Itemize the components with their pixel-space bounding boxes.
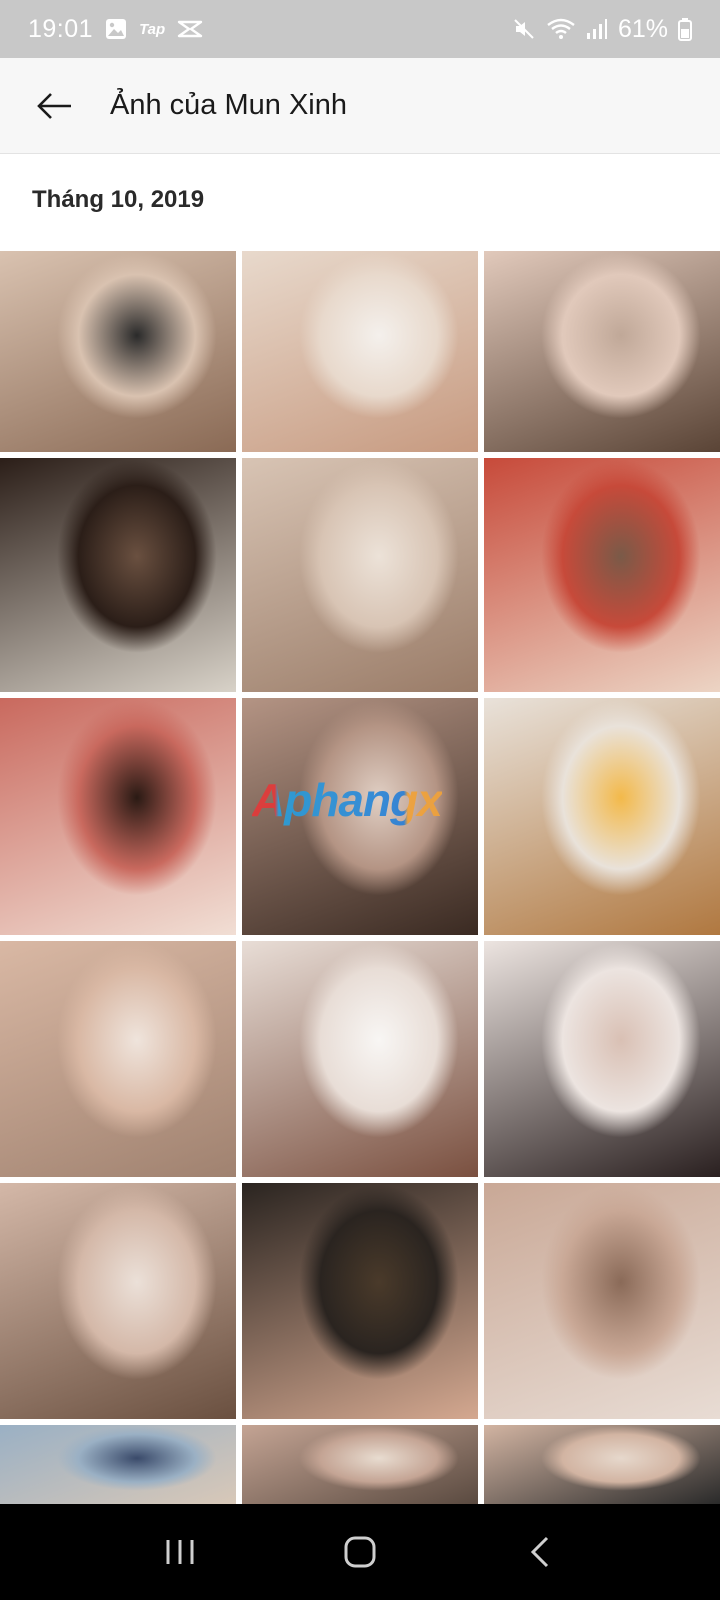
photo-image <box>484 251 720 452</box>
home-button[interactable] <box>315 1517 405 1587</box>
wifi-icon <box>546 17 576 41</box>
status-right: 61% <box>512 15 692 44</box>
nav-back-icon <box>530 1536 549 1568</box>
section-header-date: Tháng 10, 2019 <box>32 186 205 213</box>
photo-image <box>242 1183 478 1419</box>
photo-thumbnail[interactable] <box>242 458 478 692</box>
app-bar: Ảnh của Mun Xinh <box>0 58 720 154</box>
capcut-icon <box>177 19 203 39</box>
photo-thumbnail[interactable] <box>0 1425 236 1504</box>
watermark-text: Aphangx <box>252 774 443 826</box>
photo-thumbnail[interactable] <box>0 941 236 1177</box>
photo-image <box>0 698 236 935</box>
photo-image <box>0 251 236 452</box>
photo-image <box>484 698 720 935</box>
photo-thumbnail[interactable] <box>484 1425 720 1504</box>
photo-thumbnail[interactable] <box>0 698 236 935</box>
photo-thumbnail[interactable] <box>242 251 478 452</box>
signal-icon <box>586 18 608 40</box>
photo-thumbnail[interactable] <box>242 941 478 1177</box>
photo-image <box>0 1183 236 1419</box>
photo-thumbnail[interactable] <box>484 1183 720 1419</box>
recents-button[interactable] <box>135 1517 225 1587</box>
recents-icon <box>166 1540 194 1564</box>
nav-back-button[interactable] <box>495 1517 585 1587</box>
gallery-icon <box>105 18 127 40</box>
status-time: 19:01 <box>28 14 94 43</box>
battery-icon <box>678 17 692 41</box>
photo-thumbnail[interactable] <box>242 1425 478 1504</box>
system-nav-bar <box>0 1504 720 1600</box>
photo-thumbnail[interactable] <box>0 251 236 452</box>
photo-image <box>484 1425 720 1504</box>
photo-image <box>484 1183 720 1419</box>
photo-image <box>242 941 478 1177</box>
photo-thumbnail[interactable] <box>0 1183 236 1419</box>
photo-thumbnail[interactable] <box>484 698 720 935</box>
photo-thumbnail[interactable] <box>484 941 720 1177</box>
photo-image <box>484 941 720 1177</box>
tap-icon: Tap <box>139 20 166 38</box>
status-bar: 19:01 Tap 61% <box>0 0 720 58</box>
page-title: Ảnh của Mun Xinh <box>110 89 347 121</box>
photo-image <box>0 941 236 1177</box>
photo-image <box>242 1425 478 1504</box>
photo-image <box>0 1425 236 1504</box>
home-icon <box>344 1536 376 1568</box>
photo-grid <box>0 251 720 1504</box>
status-left: 19:01 Tap <box>28 15 512 44</box>
photo-image <box>242 251 478 452</box>
mute-icon <box>512 17 536 41</box>
arrow-left-icon <box>37 92 71 119</box>
back-button[interactable] <box>0 58 110 154</box>
photo-thumbnail[interactable] <box>242 1183 478 1419</box>
photo-thumbnail[interactable] <box>0 458 236 692</box>
photo-thumbnail[interactable] <box>484 251 720 452</box>
photo-thumbnail[interactable] <box>484 458 720 692</box>
battery-percent: 61% <box>617 14 668 43</box>
photo-image <box>0 458 236 692</box>
photo-image <box>242 458 478 692</box>
photo-image <box>484 458 720 692</box>
